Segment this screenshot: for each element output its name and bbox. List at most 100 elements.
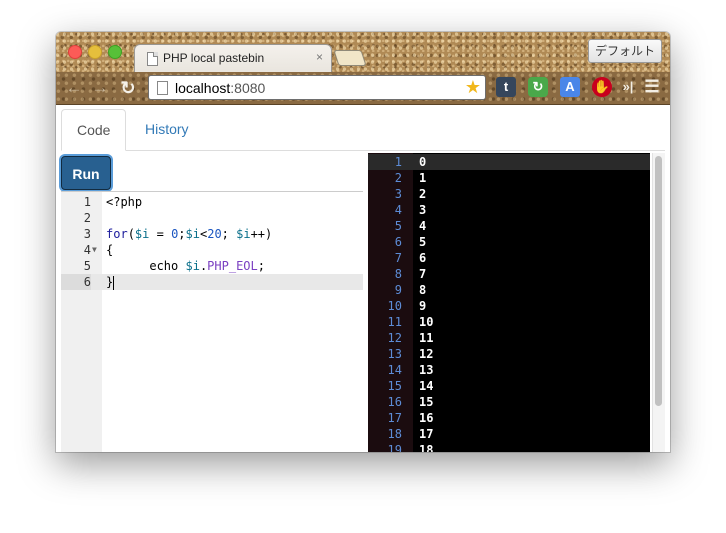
output-line-number: 9 — [394, 283, 402, 297]
output-line-number: 17 — [387, 411, 402, 425]
output-line: 43 — [368, 202, 650, 218]
output-line-number: 15 — [387, 379, 402, 393]
menu-icon[interactable]: ☰ — [642, 77, 662, 97]
output-text: 17 — [419, 427, 434, 441]
output-panel[interactable]: 1 0 2 1 3 2 4 3 5 4 6 5 7 6 8 7 9 8 10 9 11 10 12 11 13 12 14 13 15 1… — [368, 153, 650, 452]
output-text: 11 — [419, 331, 434, 345]
line-number: 3 — [83, 227, 91, 241]
minimize-window-button[interactable] — [88, 45, 102, 59]
url-port: :8080 — [230, 80, 266, 96]
code-text: } — [106, 275, 115, 290]
code-text: <?php — [106, 195, 143, 209]
output-line-number: 16 — [387, 395, 402, 409]
editor-line[interactable]: 1 <?php — [61, 194, 363, 210]
tab-title: PHP local pastebin — [163, 51, 265, 65]
output-text: 3 — [419, 203, 427, 217]
output-line: 10 9 — [368, 298, 650, 314]
output-line: 21 — [368, 170, 650, 186]
output-line-number: 3 — [394, 187, 402, 201]
output-line-number: 5 — [394, 219, 402, 233]
page-favicon-icon — [147, 52, 158, 66]
output-text: 5 — [419, 235, 427, 249]
forward-arrow-icon[interactable]: → — [90, 78, 110, 98]
line-number: 5 — [83, 259, 91, 273]
output-text: 4 — [419, 219, 427, 233]
output-line: 54 — [368, 218, 650, 234]
line-number: 6 — [61, 274, 91, 290]
editor-line[interactable]: 2 — [61, 210, 363, 226]
output-line: 98 — [368, 282, 650, 298]
output-line-number: 13 — [387, 347, 402, 361]
url-host: localhost — [175, 80, 231, 96]
translate-extension-icon[interactable]: A — [560, 77, 580, 97]
output-line: 17 16 — [368, 410, 650, 426]
output-text: 1 — [419, 171, 427, 185]
editor-line[interactable]: 4 ▼ { — [61, 242, 363, 258]
title-bar: PHP local pastebin × デフォルト — [56, 32, 670, 73]
tumblr-extension-icon[interactable]: t — [496, 77, 516, 97]
close-window-button[interactable] — [68, 45, 82, 59]
code-text: { — [106, 243, 114, 257]
output-line: 10 — [368, 154, 650, 170]
code-text: for($i = 0;$i<20; $i++) — [106, 227, 273, 241]
output-text: 15 — [419, 395, 434, 409]
output-line-number: 19 — [387, 443, 402, 452]
output-line-number: 10 — [387, 299, 402, 313]
output-text: 7 — [419, 267, 427, 281]
tab-close-icon[interactable]: × — [316, 50, 323, 64]
output-text: 9 — [419, 299, 427, 313]
output-line-number: 1 — [394, 155, 402, 169]
back-arrow-icon[interactable]: ← — [64, 78, 84, 98]
output-line: 65 — [368, 234, 650, 250]
output-text: 10 — [419, 315, 434, 329]
output-line: 19 18 — [368, 442, 650, 452]
output-line: 12 11 — [368, 330, 650, 346]
scrollbar-thumb[interactable] — [655, 156, 662, 406]
profile-button[interactable]: デフォルト — [587, 39, 662, 63]
url-text[interactable]: localhost:8080 — [175, 80, 265, 96]
code-text: echo $i.PHP_EOL; — [106, 259, 265, 273]
browser-tab[interactable]: PHP local pastebin × — [134, 44, 332, 73]
zoom-window-button[interactable] — [108, 45, 122, 59]
output-line: 13 12 — [368, 346, 650, 362]
output-line: 14 13 — [368, 362, 650, 378]
refresh-extension-icon[interactable]: ↻ — [528, 77, 548, 97]
line-number: 1 — [83, 195, 91, 209]
editor-line[interactable]: 5 echo $i.PHP_EOL; — [61, 258, 363, 274]
output-text: 6 — [419, 251, 427, 265]
run-button[interactable]: Run — [61, 156, 111, 190]
output-scrollbar[interactable] — [652, 153, 665, 452]
reload-icon[interactable]: ↻ — [118, 78, 138, 98]
tab-code[interactable]: Code — [61, 109, 127, 151]
editor-line-active[interactable]: 6 } — [61, 274, 363, 290]
output-text: 18 — [419, 443, 434, 452]
output-line: 11 10 — [368, 314, 650, 330]
output-line: 87 — [368, 266, 650, 282]
nav-tabs: Code History — [61, 109, 665, 151]
output-line-number: 2 — [394, 171, 402, 185]
editor-line[interactable]: 3 for($i = 0;$i<20; $i++) — [61, 226, 363, 242]
more-extensions-icon[interactable]: »| — [618, 77, 638, 97]
output-text: 16 — [419, 411, 434, 425]
fold-arrow-icon[interactable]: ▼ — [92, 242, 97, 258]
new-tab-button[interactable] — [333, 50, 367, 66]
code-editor[interactable]: 1 <?php 2 3 for($i = 0;$i<20; $i++) 4 ▼ … — [61, 191, 363, 452]
output-line-number: 4 — [394, 203, 402, 217]
output-line: 32 — [368, 186, 650, 202]
output-line-number: 12 — [387, 331, 402, 345]
star-icon[interactable]: ★ — [465, 77, 481, 98]
tab-history[interactable]: History — [130, 109, 204, 150]
page-icon — [157, 81, 168, 95]
text-cursor — [113, 275, 115, 290]
address-bar[interactable]: localhost:8080 ★ — [148, 75, 486, 100]
page-content: Code History Run 1 <?php 2 3 for($i = 0;… — [56, 105, 670, 452]
output-text: 2 — [419, 187, 427, 201]
output-line: 16 15 — [368, 394, 650, 410]
output-text: 12 — [419, 347, 434, 361]
browser-window: PHP local pastebin × デフォルト ← → ↻ localho… — [56, 32, 670, 452]
stop-extension-icon[interactable]: ✋ — [592, 77, 612, 97]
output-line-number: 14 — [387, 363, 402, 377]
output-line-number: 18 — [387, 427, 402, 441]
output-line-number: 7 — [394, 251, 402, 265]
output-line: 18 17 — [368, 426, 650, 442]
